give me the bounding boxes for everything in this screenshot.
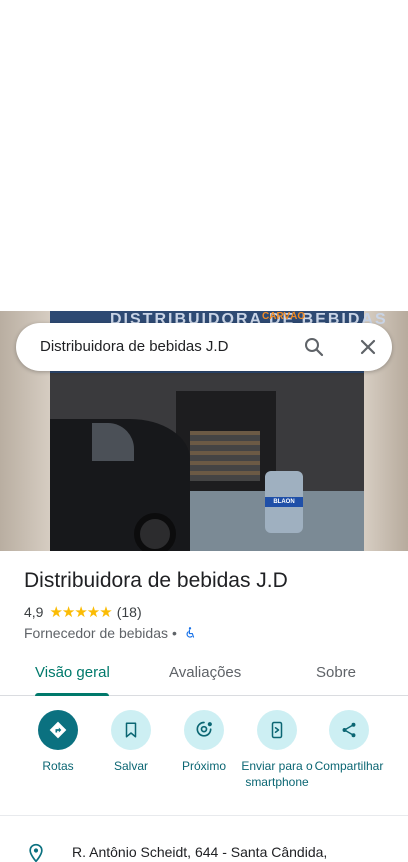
star-rating-icon: ★★★★★ [49,604,112,621]
close-icon[interactable] [356,335,380,359]
review-count[interactable]: (18) [117,604,142,620]
search-icon[interactable] [302,335,326,359]
category-separator: • [172,625,177,641]
nearby-button-circle[interactable] [184,710,224,750]
search-bar[interactable]: Distribuidora de bebidas J.D [16,323,392,371]
tab-about[interactable]: Sobre [316,664,356,681]
send-to-phone-button-circle[interactable] [257,710,297,750]
address-text: R. Antônio Scheidt, 644 - Santa Cândida, [72,844,328,860]
tab-reviews[interactable]: Avaliações [169,664,241,681]
place-tabs: Visão geral Avaliações Sobre [0,652,408,696]
send-to-phone-button[interactable]: Enviar para o smartphone [237,710,317,790]
share-label: Compartilhar [314,759,384,773]
nearby-button[interactable]: Próximo [164,710,244,774]
tab-overview[interactable]: Visão geral [35,664,110,681]
rating-row[interactable]: 4,9 ★★★★★ (18) [24,603,142,621]
send-to-phone-icon [271,721,283,739]
save-button-circle[interactable] [111,710,151,750]
photo-car-wheel [134,513,176,551]
rating-value: 4,9 [24,604,44,620]
map-blank-area [0,0,408,311]
send-to-phone-label: Enviar para o smartphone [241,759,313,789]
photo-barrel-text: BLAON [273,499,295,505]
share-button[interactable]: Compartilhar [309,710,389,774]
wheelchair-accessible-icon [186,627,194,638]
photo-shelf [190,431,260,481]
directions-button-circle[interactable] [38,710,78,750]
nearby-label: Próximo [181,759,226,773]
directions-icon [49,721,67,739]
share-button-circle[interactable] [329,710,369,750]
action-buttons: Rotas Salvar Próximo Enviar para o smart… [0,696,408,816]
save-button[interactable]: Salvar [91,710,171,774]
save-label: Salvar [113,759,148,773]
nearby-icon [196,721,212,737]
place-category[interactable]: Fornecedor de bebidas [24,625,168,641]
place-title: Distribuidora de bebidas J.D [24,569,288,592]
address-row[interactable]: R. Antônio Scheidt, 644 - Santa Cândida, [0,830,408,862]
photo-sign-orange-text: CARVÃO [262,311,306,322]
location-pin-icon [29,843,43,862]
search-input[interactable]: Distribuidora de bebidas J.D [40,338,228,355]
directions-button[interactable]: Rotas [18,710,98,774]
category-row: Fornecedor de bebidas • [24,624,197,642]
photo-barrel-band: BLAON [265,497,303,507]
directions-label: Rotas [42,759,74,773]
share-icon [342,722,356,738]
bookmark-icon [125,722,137,738]
